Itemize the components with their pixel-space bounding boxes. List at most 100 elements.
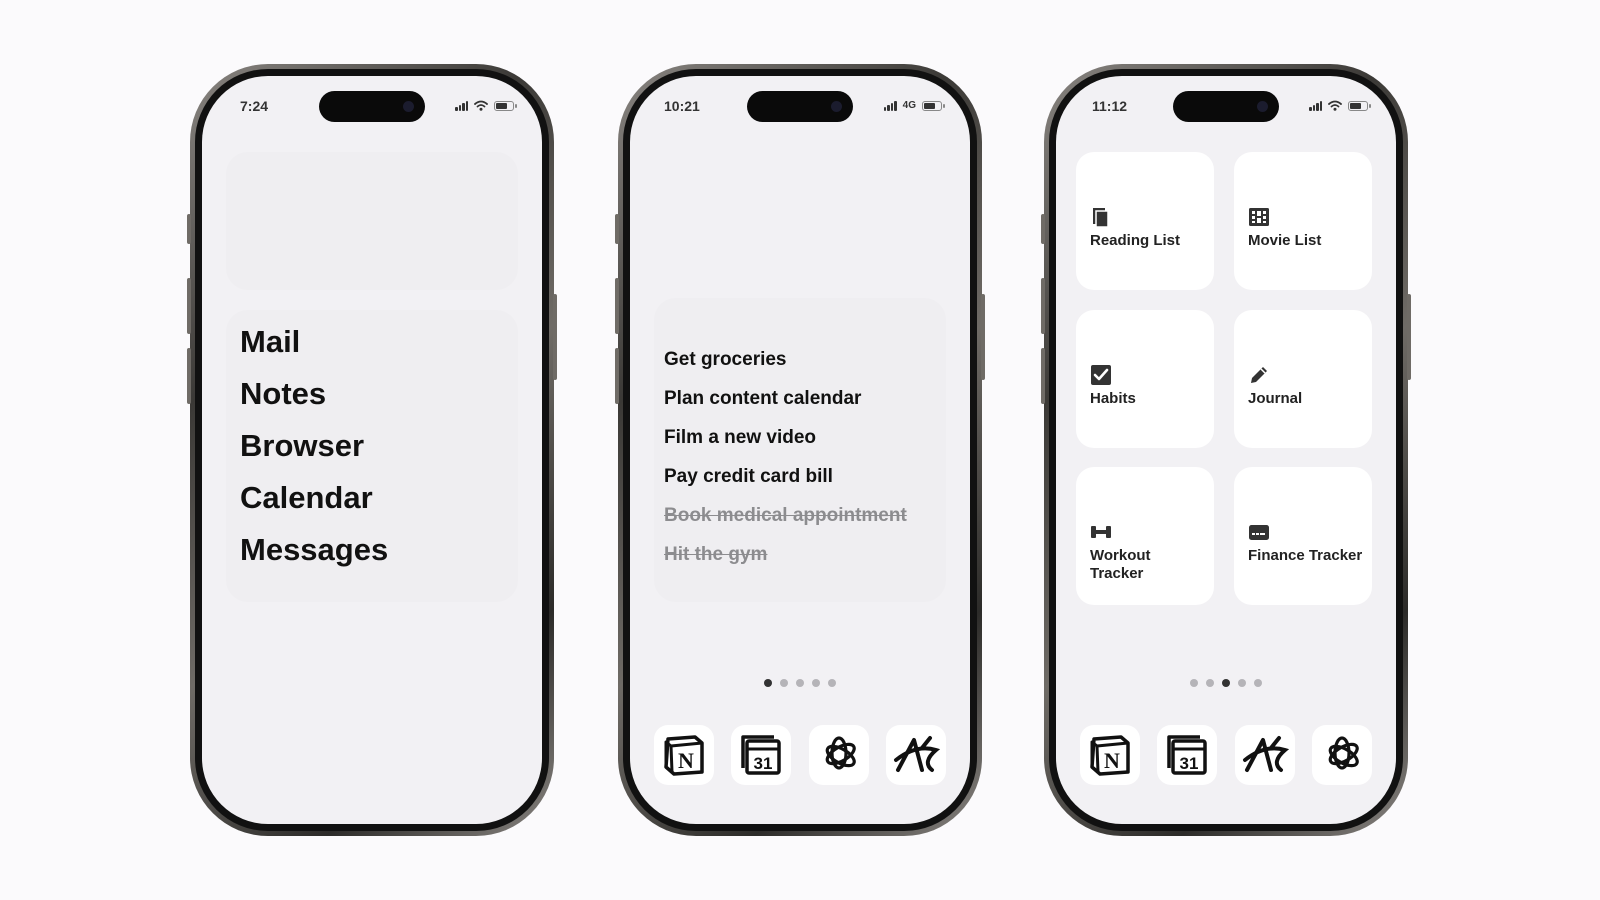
status-icons: 4G xyxy=(883,100,945,111)
tile-label: Habits xyxy=(1090,390,1136,407)
page-indicator[interactable] xyxy=(1190,679,1262,687)
tile-label: Reading List xyxy=(1090,232,1181,249)
todo-item[interactable]: Plan content calendar xyxy=(664,379,907,418)
tile-label: Finance Tracker xyxy=(1248,547,1363,564)
power-button[interactable] xyxy=(553,294,557,380)
widget-placeholder xyxy=(226,152,518,290)
page-dot xyxy=(796,679,804,687)
page-dot xyxy=(828,679,836,687)
dynamic-island xyxy=(747,91,853,122)
tile-habits[interactable]: Habits xyxy=(1076,310,1214,448)
app-link-messages[interactable]: Messages xyxy=(240,524,388,576)
todo-item[interactable]: Film a new video xyxy=(664,418,907,457)
calendar-day-label: 31 xyxy=(1180,754,1199,773)
volume-down-button[interactable] xyxy=(615,348,619,404)
todo-item-completed[interactable]: Book medical appointment xyxy=(664,496,907,535)
todo-item[interactable]: Get groceries xyxy=(664,340,907,379)
battery-icon xyxy=(494,100,517,111)
dock: N 31 xyxy=(1080,725,1372,785)
dumbbell-icon xyxy=(1091,526,1111,538)
calendar-app[interactable]: 31 xyxy=(1157,725,1218,785)
power-button[interactable] xyxy=(1407,294,1411,380)
credit-card-icon xyxy=(1249,525,1269,540)
screen: 7:24 Mail Notes Browser Calendar Message… xyxy=(202,76,542,824)
chatgpt-app[interactable] xyxy=(1311,725,1372,785)
wifi-icon xyxy=(474,100,488,111)
page-dot-active xyxy=(764,679,772,687)
bezel: 10:21 4G Get groceries Plan content cale… xyxy=(623,69,977,831)
notion-icon: N xyxy=(1090,735,1130,776)
camera-icon xyxy=(831,101,842,112)
tile-reading-list[interactable]: Reading List xyxy=(1076,152,1214,290)
page-dot xyxy=(1238,679,1246,687)
craft-app[interactable] xyxy=(1234,725,1295,785)
openai-icon xyxy=(825,736,856,770)
screen: 11:12 Reading List Movie List Habits Jou… xyxy=(1056,76,1396,824)
page-indicator[interactable] xyxy=(764,679,836,687)
calendar-app[interactable]: 31 xyxy=(731,725,792,785)
page-dot xyxy=(1206,679,1214,687)
app-link-calendar[interactable]: Calendar xyxy=(240,472,388,524)
dynamic-island xyxy=(1173,91,1279,122)
action-button[interactable] xyxy=(187,214,191,244)
todo-item-completed[interactable]: Hit the gym xyxy=(664,535,907,574)
app-link-mail[interactable]: Mail xyxy=(240,316,388,368)
wifi-icon xyxy=(1328,100,1342,111)
craft-a-icon xyxy=(1242,736,1289,772)
status-time: 10:21 xyxy=(664,98,700,114)
page-dot xyxy=(1254,679,1262,687)
app-link-notes[interactable]: Notes xyxy=(240,368,388,420)
volume-down-button[interactable] xyxy=(1041,348,1045,404)
page-dot xyxy=(812,679,820,687)
camera-icon xyxy=(403,101,414,112)
battery-icon xyxy=(922,100,945,111)
dock: N 31 xyxy=(654,725,946,785)
tile-label: Workout Tracker xyxy=(1090,547,1151,582)
page-dot xyxy=(780,679,788,687)
notion-app[interactable]: N xyxy=(654,725,714,785)
notion-icon: N xyxy=(664,735,704,776)
status-time: 7:24 xyxy=(240,98,269,114)
svg-text:N: N xyxy=(1104,748,1120,773)
todo-list: Get groceries Plan content calendar Film… xyxy=(664,340,907,574)
volume-down-button[interactable] xyxy=(187,348,191,404)
camera-icon xyxy=(1257,101,1268,112)
tile-label: Movie List xyxy=(1248,232,1322,249)
status-icons xyxy=(1309,100,1371,111)
cellular-signal-icon xyxy=(883,100,897,111)
action-button[interactable] xyxy=(1041,214,1045,244)
svg-text:N: N xyxy=(678,748,694,773)
craft-app[interactable] xyxy=(885,725,946,785)
tile-label: Journal xyxy=(1248,390,1303,407)
network-type: 4G xyxy=(902,100,916,111)
status-time: 11:12 xyxy=(1092,98,1128,114)
tile-journal[interactable]: Journal xyxy=(1234,310,1372,448)
checkbox-icon xyxy=(1091,365,1111,385)
page-dot-active xyxy=(1222,679,1230,687)
tile-finance-tracker[interactable]: Finance Tracker xyxy=(1234,467,1372,605)
book-icon xyxy=(1093,208,1109,228)
bezel: 11:12 Reading List Movie List Habits Jou… xyxy=(1049,69,1403,831)
film-icon xyxy=(1249,208,1269,226)
app-list: Mail Notes Browser Calendar Messages xyxy=(240,316,388,576)
tile-movie-list[interactable]: Movie List xyxy=(1234,152,1372,290)
tile-workout-tracker[interactable]: Workout Tracker xyxy=(1076,467,1214,605)
phone-left: 7:24 Mail Notes Browser Calendar Message… xyxy=(187,64,557,836)
chatgpt-app[interactable] xyxy=(808,725,869,785)
dynamic-island xyxy=(319,91,425,122)
phone-right: 11:12 Reading List Movie List Habits Jou… xyxy=(1041,64,1411,836)
calendar-31-icon: 31 xyxy=(1167,735,1208,775)
cellular-signal-icon xyxy=(1309,100,1322,111)
todo-item[interactable]: Pay credit card bill xyxy=(664,457,907,496)
pencil-icon xyxy=(1251,367,1267,383)
volume-up-button[interactable] xyxy=(615,278,619,334)
volume-up-button[interactable] xyxy=(1041,278,1045,334)
action-button[interactable] xyxy=(615,214,619,244)
cellular-signal-icon xyxy=(455,100,468,111)
power-button[interactable] xyxy=(981,294,985,380)
calendar-31-icon: 31 xyxy=(741,735,782,775)
app-link-browser[interactable]: Browser xyxy=(240,420,388,472)
volume-up-button[interactable] xyxy=(187,278,191,334)
craft-a-icon xyxy=(893,736,940,772)
notion-app[interactable]: N xyxy=(1080,725,1140,785)
